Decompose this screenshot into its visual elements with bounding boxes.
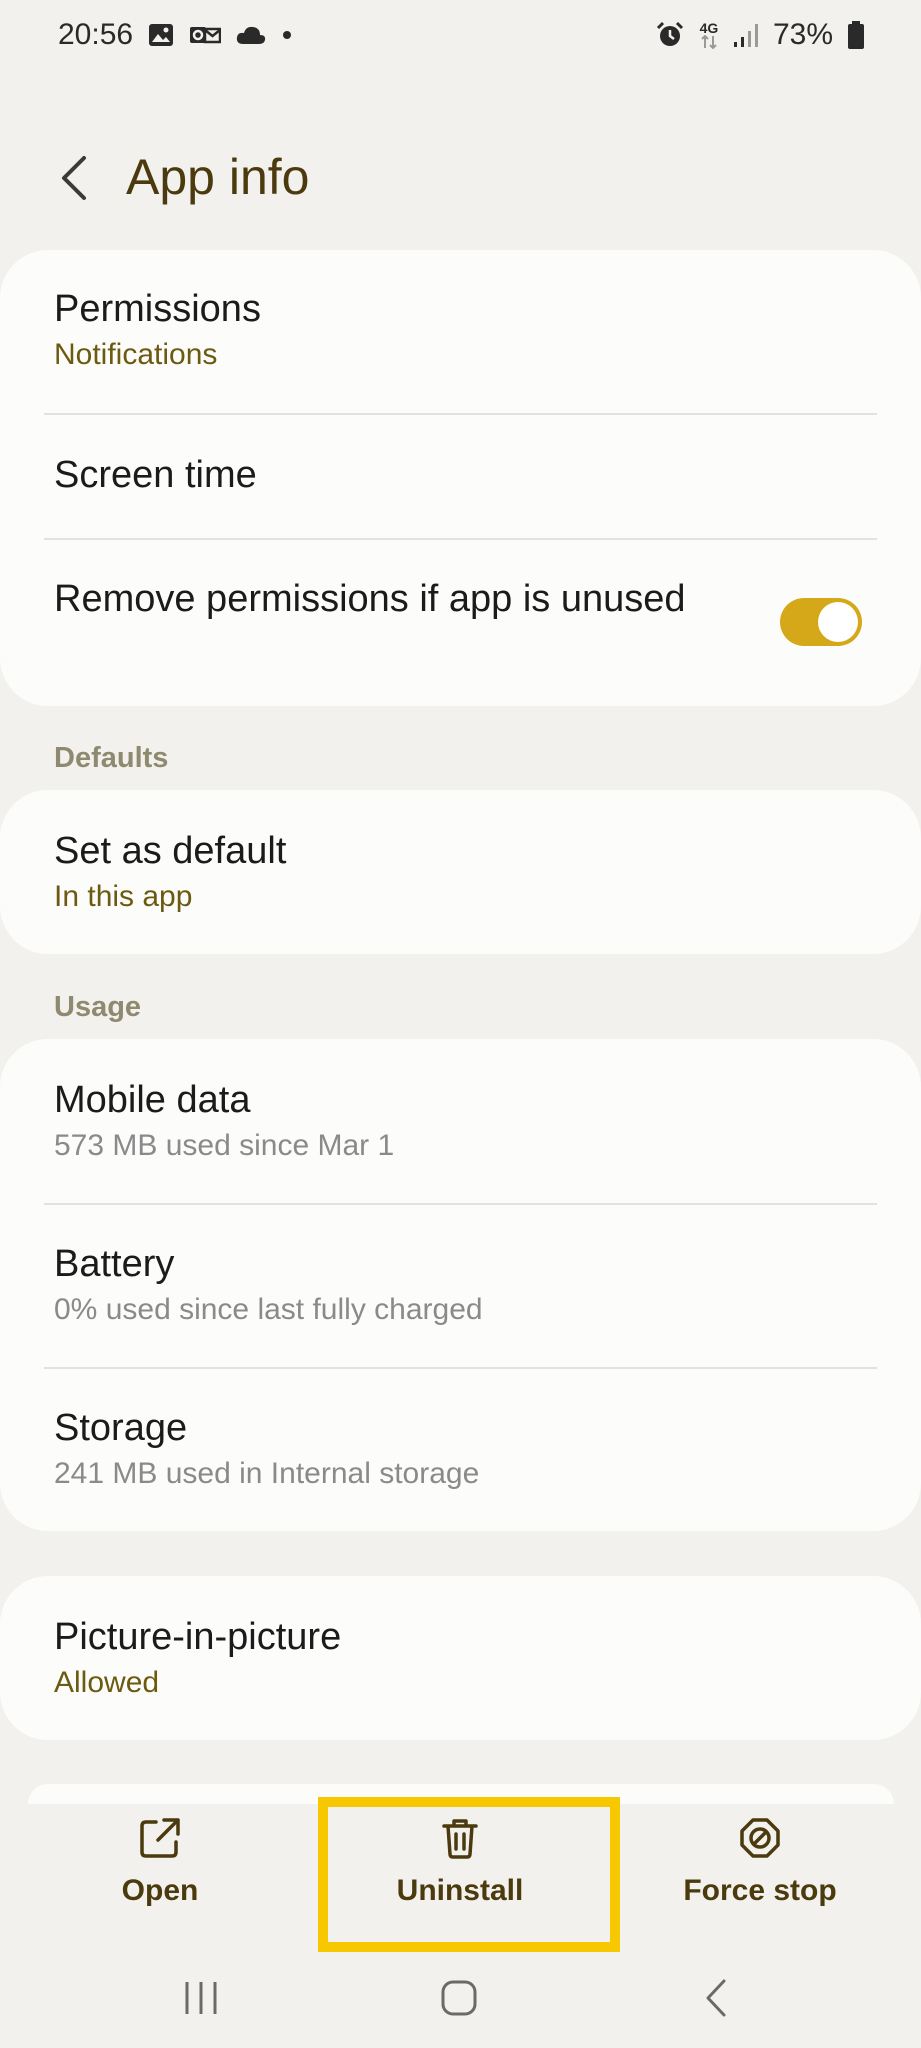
open-external-icon [140, 1818, 180, 1858]
battery-icon [847, 20, 865, 50]
storage-title: Storage [54, 1407, 188, 1449]
home-icon [441, 1980, 477, 2016]
remove-permissions-title: Remove permissions if app is unused [54, 578, 686, 620]
cloud-icon [235, 24, 267, 46]
battery-item[interactable]: Battery 0% used since last fully charged [54, 1241, 861, 1329]
battery-percent: 73% [772, 18, 833, 51]
divider [44, 1203, 877, 1205]
app-bar: App info [0, 130, 921, 226]
set-as-default-subtitle: In this app [54, 880, 193, 913]
signal-icon [733, 22, 759, 48]
set-as-default-title: Set as default [54, 830, 287, 872]
permissions-card: Permissions Notifications Screen time Re… [0, 250, 921, 706]
storage-item[interactable]: Storage 241 MB used in Internal storage [54, 1405, 861, 1493]
divider [44, 538, 877, 540]
uninstall-highlight-box [318, 1797, 620, 1952]
block-icon [740, 1818, 780, 1858]
open-label: Open [121, 1874, 199, 1907]
remove-permissions-item[interactable]: Remove permissions if app is unused [54, 576, 721, 622]
pip-subtitle: Allowed [54, 1666, 160, 1699]
battery-subtitle: 0% used since last fully charged [54, 1293, 483, 1326]
section-header-usage: Usage [54, 991, 142, 1023]
nav-back-button[interactable] [682, 1968, 752, 2028]
home-button[interactable] [424, 1968, 494, 2028]
chevron-left-icon [62, 156, 86, 200]
usage-card: Mobile data 573 MB used since Mar 1 Batt… [0, 1039, 921, 1531]
divider [44, 413, 877, 415]
status-time: 20:56 [58, 18, 134, 51]
dot-icon [281, 29, 293, 41]
image-icon [147, 21, 175, 49]
section-header-defaults: Defaults [54, 742, 169, 774]
screen-time-item[interactable]: Screen time [54, 452, 861, 498]
battery-title: Battery [54, 1243, 175, 1285]
network-label: 4G [699, 20, 719, 36]
recents-icon [185, 1982, 217, 2014]
permissions-title: Permissions [54, 288, 261, 330]
permissions-item[interactable]: Permissions Notifications [54, 286, 861, 374]
pip-card: Picture-in-picture Allowed [0, 1576, 921, 1740]
recent-apps-button[interactable] [166, 1968, 236, 2028]
mobile-data-title: Mobile data [54, 1079, 251, 1121]
remove-permissions-toggle[interactable] [780, 598, 862, 646]
permissions-subtitle: Notifications [54, 338, 218, 371]
picture-in-picture-item[interactable]: Picture-in-picture Allowed [54, 1614, 861, 1702]
outlook-icon [189, 21, 222, 49]
page-title: App info [126, 149, 310, 205]
alarm-icon [655, 20, 685, 50]
divider [44, 1367, 877, 1369]
force-stop-label: Force stop [683, 1874, 837, 1907]
defaults-card: Set as default In this app [0, 790, 921, 954]
storage-subtitle: 241 MB used in Internal storage [54, 1457, 480, 1490]
status-bar: 20:56 4G 73% [0, 0, 921, 70]
set-as-default-item[interactable]: Set as default In this app [54, 828, 861, 916]
open-button[interactable]: Open [30, 1816, 290, 1926]
toggle-knob [818, 602, 858, 642]
network-4g-icon: 4G [699, 21, 719, 49]
back-icon [706, 1979, 726, 2017]
mobile-data-item[interactable]: Mobile data 573 MB used since Mar 1 [54, 1077, 861, 1165]
system-nav-bar [0, 1960, 921, 2048]
pip-title: Picture-in-picture [54, 1616, 342, 1658]
force-stop-button[interactable]: Force stop [630, 1816, 890, 1926]
screen-time-title: Screen time [54, 454, 257, 496]
mobile-data-subtitle: 573 MB used since Mar 1 [54, 1129, 395, 1162]
back-button[interactable] [46, 150, 102, 206]
